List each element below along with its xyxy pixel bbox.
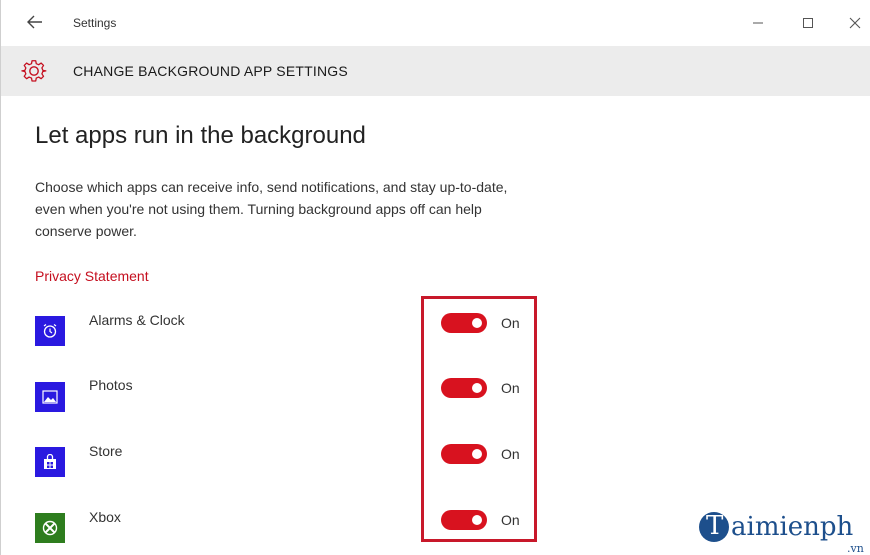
app-name: Photos xyxy=(89,377,133,393)
title-bar: Settings xyxy=(1,0,870,44)
watermark-suffix: .vn xyxy=(847,542,864,555)
photos-icon xyxy=(35,382,65,412)
window-title: Settings xyxy=(73,16,117,30)
toggle-highlight-box xyxy=(421,296,537,542)
maximize-button[interactable] xyxy=(796,12,820,36)
settings-header: CHANGE BACKGROUND APP SETTINGS xyxy=(1,46,870,96)
store-icon xyxy=(35,447,65,477)
gear-icon xyxy=(21,58,47,84)
app-name: Xbox xyxy=(89,509,121,525)
page-header-title: CHANGE BACKGROUND APP SETTINGS xyxy=(73,63,348,79)
privacy-statement-link[interactable]: Privacy Statement xyxy=(35,268,149,284)
settings-window: Settings CHANGE BACKGROUND APP SETTINGS … xyxy=(0,0,870,555)
watermark-logo: T aimienph .vn xyxy=(699,510,870,555)
xbox-icon xyxy=(35,513,65,543)
watermark-logo-letter: T xyxy=(706,511,724,541)
page-description: Choose which apps can receive info, send… xyxy=(35,179,508,239)
alarm-clock-icon xyxy=(35,316,65,346)
close-button[interactable] xyxy=(843,12,867,36)
minimize-button[interactable] xyxy=(746,12,770,36)
page-title: Let apps run in the background xyxy=(35,122,366,149)
app-name: Alarms & Clock xyxy=(89,312,185,328)
app-name: Store xyxy=(89,443,123,459)
watermark-text: aimienph xyxy=(731,512,854,542)
watermark-circle: T xyxy=(699,511,729,542)
back-arrow-icon[interactable] xyxy=(23,10,47,34)
